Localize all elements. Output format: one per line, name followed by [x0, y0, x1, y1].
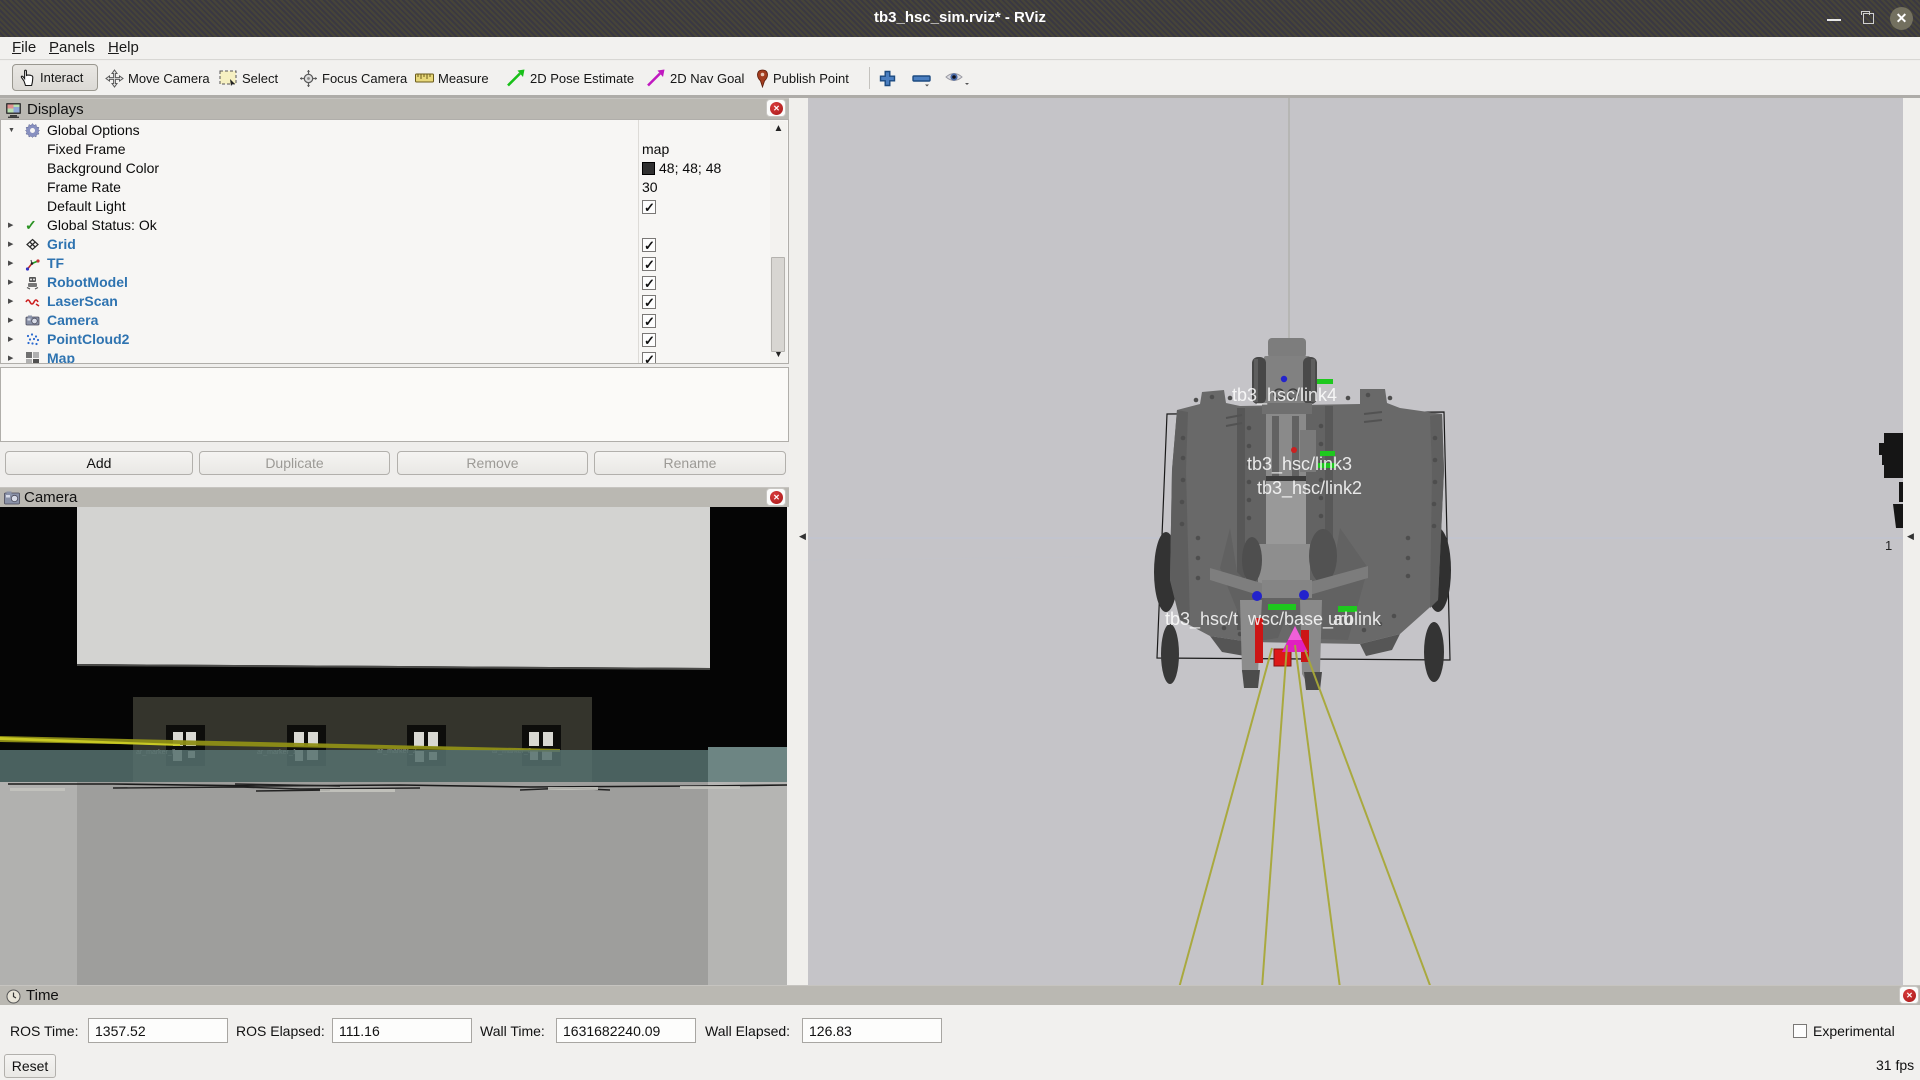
svg-text:tb3_hsc/link4: tb3_hsc/link4 — [1232, 385, 1337, 406]
svg-text:tb3_hsc/link3: tb3_hsc/link3 — [1247, 454, 1352, 475]
svg-text:urblink: urblink — [1328, 609, 1382, 629]
svg-text:tb3_hsc/link2: tb3_hsc/link2 — [1257, 478, 1362, 499]
svg-text:tb3_hsc/t: tb3_hsc/t — [1165, 609, 1238, 630]
svg-text:1: 1 — [1885, 538, 1892, 553]
